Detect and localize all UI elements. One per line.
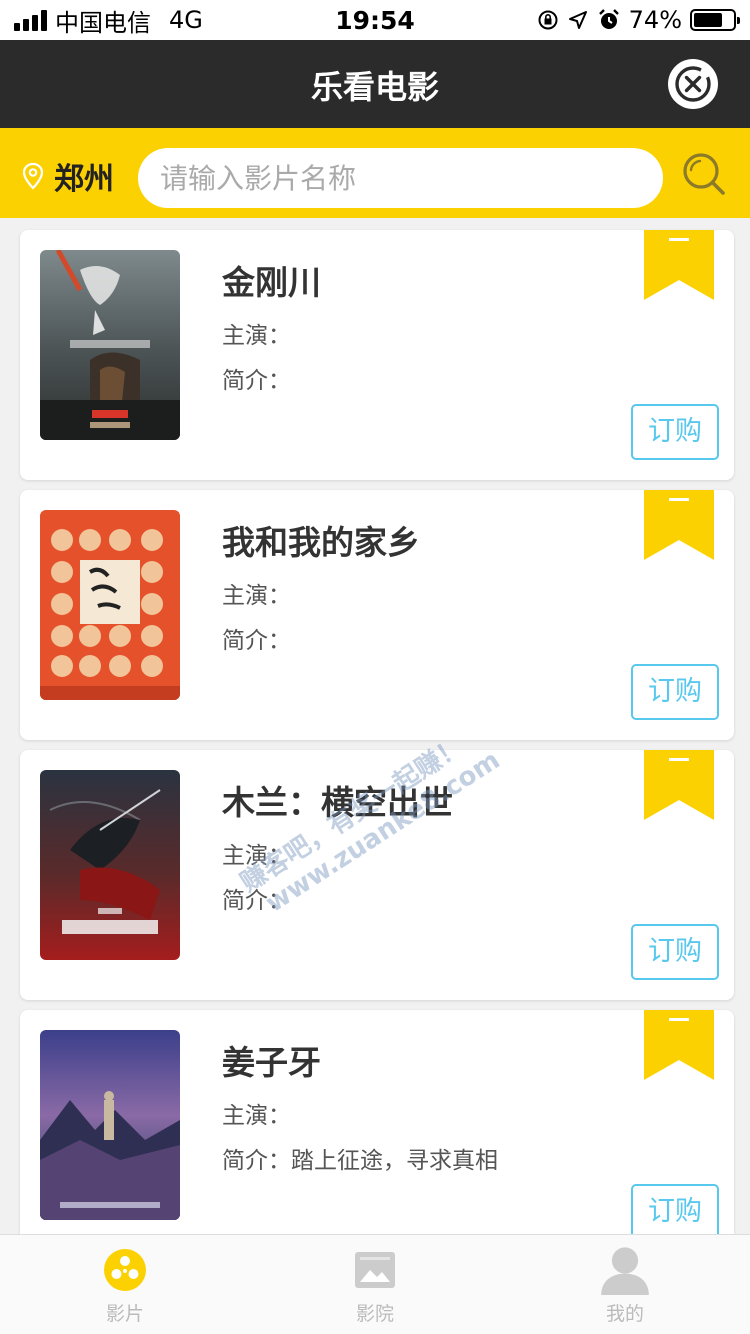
movie-title: 木兰：横空出世: [222, 783, 453, 822]
movie-title: 我和我的家乡: [222, 523, 420, 562]
location-selector[interactable]: 郑州: [22, 154, 114, 198]
intro-label: 简介：: [222, 368, 291, 394]
location-pin-icon: [22, 162, 44, 190]
order-button[interactable]: 订购: [631, 1184, 719, 1234]
film-reel-icon: [104, 1249, 146, 1291]
city-label: 郑州: [54, 162, 114, 197]
movie-actors: 主演：: [222, 1096, 291, 1130]
tab-profile[interactable]: 我的: [500, 1235, 750, 1334]
tab-label: 影院: [355, 1303, 394, 1325]
movie-card[interactable]: 木兰：横空出世 主演： 简介： 订购: [20, 750, 734, 1000]
battery-fill: [694, 13, 723, 27]
close-circle-icon: [675, 66, 711, 102]
status-bar: 中国电信 4G 19:54 74%: [0, 0, 750, 40]
movie-intro: 简介：: [222, 881, 291, 915]
order-button[interactable]: 订购: [631, 404, 719, 460]
rotation-lock-icon: [538, 10, 558, 30]
close-button[interactable]: [668, 59, 718, 109]
actors-label: 主演：: [222, 583, 291, 609]
alarm-icon: [598, 9, 619, 29]
intro-label: 简介：: [222, 628, 291, 654]
movie-poster[interactable]: [40, 510, 180, 700]
actors-label: 主演：: [222, 323, 291, 349]
nav-bar: 乐看电影: [0, 40, 750, 128]
cinema-screen-icon: [355, 1252, 395, 1288]
actors-label: 主演：: [222, 1103, 291, 1129]
movie-intro: 简介：: [222, 361, 291, 395]
bookmark-icon[interactable]: [644, 490, 714, 560]
movie-actors: 主演：: [222, 836, 291, 870]
status-right: 74%: [537, 6, 740, 34]
app: 中国电信 4G 19:54 74% 乐看电影 郑州 请输入影片名称 金刚川 主演…: [0, 0, 750, 1334]
tab-label: 我的: [605, 1303, 644, 1325]
bookmark-icon[interactable]: [644, 1010, 714, 1080]
movie-poster[interactable]: [40, 250, 180, 440]
battery-percent: 74%: [628, 6, 682, 34]
order-button[interactable]: 订购: [631, 924, 719, 980]
tab-label: 影片: [105, 1303, 144, 1325]
tab-bar: 影片 影院 我的: [0, 1234, 750, 1334]
search-bar: 郑州: [0, 128, 750, 218]
movie-title: 姜子牙: [222, 1043, 321, 1082]
movie-intro: 简介：踏上征途，寻求真相: [222, 1141, 498, 1175]
movie-actors: 主演：: [222, 576, 291, 610]
bookmark-icon[interactable]: [644, 750, 714, 820]
movie-list: 金刚川 主演： 简介： 订购 我和我的家乡 主演： 简介： 订购 木兰：横空出世…: [0, 218, 750, 1234]
actors-label: 主演：: [222, 843, 291, 869]
user-icon: [601, 1247, 649, 1295]
tab-cinemas[interactable]: 影院: [250, 1235, 500, 1334]
order-button[interactable]: 订购: [631, 664, 719, 720]
movie-title: 金刚川: [222, 263, 321, 302]
intro-label: 简介：: [222, 888, 291, 914]
intro-label: 简介：: [222, 1148, 291, 1174]
search-input[interactable]: [138, 148, 663, 208]
movie-poster[interactable]: [40, 770, 180, 960]
search-icon: [683, 153, 725, 195]
tab-movies[interactable]: 影片: [0, 1235, 250, 1334]
search-button[interactable]: [680, 150, 728, 198]
bookmark-icon[interactable]: [644, 230, 714, 300]
movie-poster[interactable]: [40, 1030, 180, 1220]
movie-card[interactable]: 我和我的家乡 主演： 简介： 订购: [20, 490, 734, 740]
movie-card[interactable]: 金刚川 主演： 简介： 订购: [20, 230, 734, 480]
movie-intro: 简介：: [222, 621, 291, 655]
movie-actors: 主演：: [222, 316, 291, 350]
movie-card[interactable]: 姜子牙 主演： 简介：踏上征途，寻求真相 订购: [20, 1010, 734, 1234]
intro-value: 踏上征途，寻求真相: [291, 1148, 498, 1174]
page-title: 乐看电影: [310, 68, 439, 106]
battery-icon: [690, 9, 740, 31]
location-arrow-icon: [568, 11, 587, 29]
search-box: [138, 148, 663, 208]
